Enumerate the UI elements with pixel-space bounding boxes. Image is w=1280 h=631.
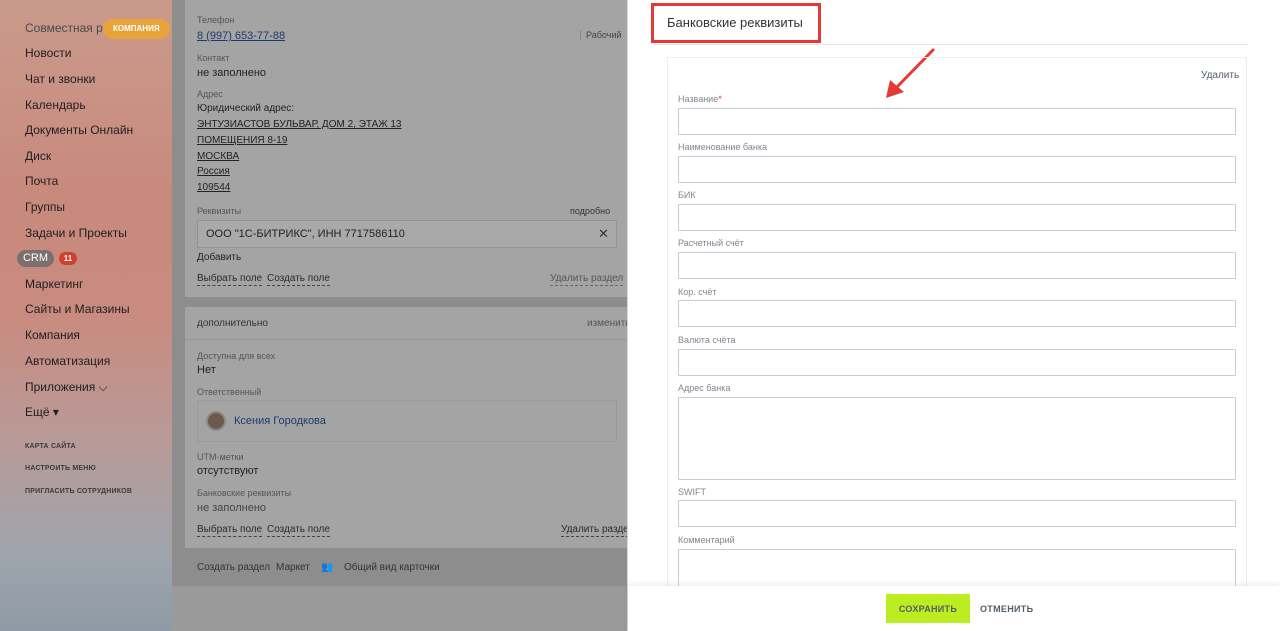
sidebar-item-company[interactable]: Компания bbox=[25, 328, 80, 342]
panel-footer: СОХРАНИТЬ ОТМЕНИТЬ bbox=[628, 586, 1280, 631]
panel-title: Банковские реквизиты bbox=[667, 15, 803, 30]
sidebar-item-crm[interactable]: CRM bbox=[17, 250, 54, 267]
extra-edit-link[interactable]: изменить bbox=[587, 318, 631, 329]
corr-account-input[interactable] bbox=[678, 300, 1236, 327]
delete-section-link[interactable]: Удалить раздел bbox=[550, 273, 624, 286]
address-line-4[interactable]: Россия bbox=[197, 166, 230, 177]
cancel-button[interactable]: ОТМЕНИТЬ bbox=[974, 594, 1039, 623]
sidebar-item-marketing[interactable]: Маркетинг bbox=[25, 277, 83, 291]
bank-name-label: Наименование банка bbox=[678, 142, 767, 152]
name-input[interactable] bbox=[678, 108, 1236, 135]
address-line-3[interactable]: МОСКВА bbox=[197, 151, 239, 162]
address-line-1[interactable]: ЭНТУЗИАСТОВ БУЛЬВАР, ДОМ 2, ЭТАЖ 13 bbox=[197, 119, 401, 130]
create-field-link-2[interactable]: Создать поле bbox=[267, 524, 330, 537]
address-label: Адрес bbox=[197, 89, 223, 99]
sidebar-item-news[interactable]: Новости bbox=[25, 46, 71, 60]
available-value: Нет bbox=[197, 364, 216, 376]
crm-counter-badge: 11 bbox=[59, 252, 77, 265]
bank-name-input[interactable] bbox=[678, 156, 1236, 183]
delete-section-link-2[interactable]: Удалить раздел bbox=[561, 524, 635, 537]
sidebar-item-more[interactable]: Ещё ▾ bbox=[25, 405, 59, 419]
save-button[interactable]: СОХРАНИТЬ bbox=[886, 594, 970, 623]
sidebar-item-automation[interactable]: Автоматизация bbox=[25, 354, 110, 368]
utm-value: отсутствуют bbox=[197, 465, 259, 477]
sidebar-item-chat[interactable]: Чат и звонки bbox=[25, 72, 95, 86]
utm-label: UTM-метки bbox=[197, 452, 244, 462]
avatar bbox=[206, 411, 226, 431]
contact-value: не заполнено bbox=[197, 67, 267, 79]
name-field-label-text: Название bbox=[678, 94, 719, 104]
sidebar-link-sitemap[interactable]: КАРТА САЙТА bbox=[25, 443, 76, 450]
responsible-name[interactable]: Ксения Городкова bbox=[234, 415, 326, 427]
delete-requisite-link[interactable]: Удалить bbox=[1201, 70, 1239, 81]
phone-link[interactable]: 8 (997) 653-77-88 bbox=[197, 30, 285, 42]
bank-address-textarea[interactable] bbox=[678, 397, 1236, 480]
phone-label: Телефон bbox=[197, 15, 235, 25]
currency-input[interactable] bbox=[678, 349, 1236, 376]
address-line-2[interactable]: ПОМЕЩЕНИЯ 8-19 bbox=[197, 135, 287, 146]
sidebar-link-configure-menu[interactable]: НАСТРОИТЬ МЕНЮ bbox=[25, 465, 96, 472]
comment-label: Комментарий bbox=[678, 535, 735, 545]
sidebar-item-apps[interactable]: Приложения ⌵ bbox=[25, 380, 108, 395]
account-label: Расчетный счёт bbox=[678, 238, 744, 248]
company-badge[interactable]: КОМПАНИЯ bbox=[103, 19, 170, 39]
required-mark: * bbox=[718, 94, 722, 104]
bank-value: не заполнено bbox=[197, 502, 267, 514]
close-icon[interactable]: ✕ bbox=[598, 226, 609, 242]
bank-address-label: Адрес банка bbox=[678, 383, 731, 393]
available-label: Доступна для всех bbox=[197, 351, 276, 361]
responsible-box: Ксения Городкова bbox=[197, 400, 617, 442]
currency-label: Валюта счёта bbox=[678, 335, 736, 345]
bank-details-panel: Банковские реквизиты Удалить Название* Н… bbox=[627, 0, 1280, 631]
create-section-link[interactable]: Создать раздел bbox=[197, 562, 270, 573]
crm-card-area: Телефон 8 (997) 653-77-88 Рабочий Контак… bbox=[172, 0, 635, 631]
requisites-detail-link[interactable]: подробно bbox=[570, 206, 610, 216]
corr-account-label: Кор. счёт bbox=[678, 287, 717, 297]
main-card-section bbox=[185, 0, 629, 297]
sidebar-item-collab[interactable]: Совместная ра bbox=[25, 21, 109, 35]
swift-input[interactable] bbox=[678, 500, 1236, 527]
bik-input[interactable] bbox=[678, 204, 1236, 231]
sidebar-item-calendar[interactable]: Календарь bbox=[25, 98, 86, 112]
create-field-link[interactable]: Создать поле bbox=[267, 273, 330, 286]
divider bbox=[185, 339, 629, 340]
users-icon: 👥 bbox=[321, 562, 334, 573]
middle-footer-shade bbox=[172, 586, 627, 631]
sidebar-item-disk[interactable]: Диск bbox=[25, 149, 51, 163]
name-field-label: Название* bbox=[678, 94, 722, 104]
requisites-value[interactable]: ООО "1С-БИТРИКС", ИНН 7717586110 bbox=[206, 228, 405, 240]
sidebar-item-groups[interactable]: Группы bbox=[25, 200, 65, 214]
sidebar-item-tasks[interactable]: Задачи и Проекты bbox=[25, 226, 127, 240]
requisites-label: Реквизиты bbox=[197, 206, 242, 216]
divider bbox=[654, 44, 1248, 45]
select-field-link-2[interactable]: Выбрать поле bbox=[197, 524, 263, 537]
bik-label: БИК bbox=[678, 190, 696, 200]
sidebar-item-sites[interactable]: Сайты и Магазины bbox=[25, 302, 130, 316]
sidebar-link-invite[interactable]: ПРИГЛАСИТЬ СОТРУДНИКОВ bbox=[25, 488, 132, 495]
bank-label: Банковские реквизиты bbox=[197, 488, 292, 498]
address-line-5[interactable]: 109544 bbox=[197, 182, 230, 193]
left-sidebar: Совместная ра КОМПАНИЯ Новости Чат и зво… bbox=[0, 0, 172, 631]
sidebar-item-mail[interactable]: Почта bbox=[25, 174, 58, 188]
phone-type: Рабочий bbox=[580, 30, 621, 40]
general-view-link[interactable]: Общий вид карточки bbox=[344, 562, 440, 573]
select-field-link[interactable]: Выбрать поле bbox=[197, 273, 263, 286]
market-link[interactable]: Маркет bbox=[276, 562, 310, 573]
requisites-add-link[interactable]: Добавить bbox=[197, 252, 241, 263]
swift-label: SWIFT bbox=[678, 487, 706, 497]
account-input[interactable] bbox=[678, 252, 1236, 279]
sidebar-item-docs[interactable]: Документы Онлайн bbox=[25, 123, 133, 137]
responsible-label: Ответственный bbox=[197, 387, 262, 397]
requisites-box: ООО "1С-БИТРИКС", ИНН 7717586110 ✕ bbox=[197, 220, 617, 248]
contact-label: Контакт bbox=[197, 53, 230, 63]
legal-address-label: Юридический адрес: bbox=[197, 103, 295, 114]
extra-section-title: дополнительно bbox=[197, 318, 268, 329]
